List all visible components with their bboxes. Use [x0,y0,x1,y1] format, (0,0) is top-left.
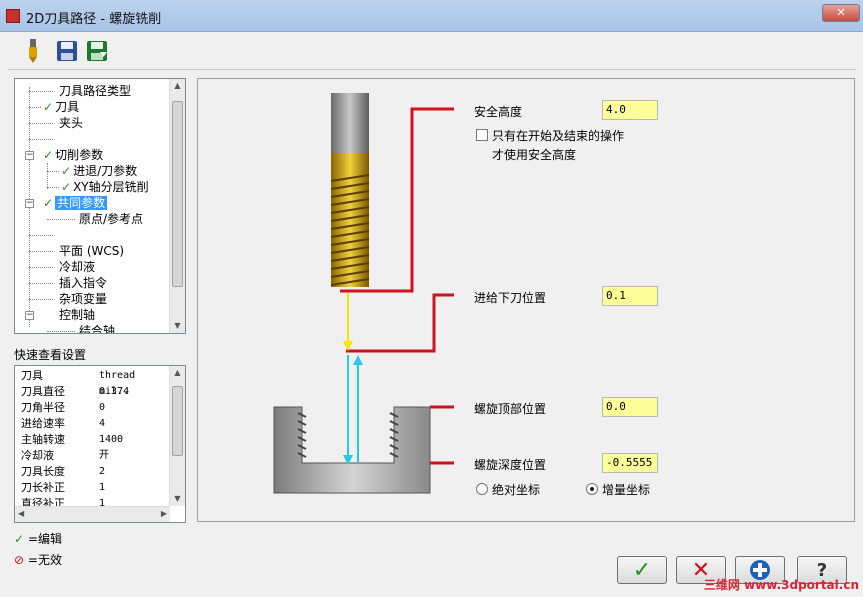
invalid-icon: ⊘ [14,553,25,567]
rapid-arrow [343,293,353,351]
tree-item-plane[interactable]: 平面 (WCS) [57,243,124,259]
scroll-left-icon[interactable]: ◀ [18,509,24,518]
absolute-label: 绝对坐标 [492,483,541,497]
quick-row: 冷却液开 [21,449,109,462]
scroll-down-icon[interactable]: ▼ [170,319,185,333]
quick-view-title: 快速查看设置 [14,348,87,362]
tree-item-axis-combination[interactable]: 结合轴 [77,323,115,333]
helix-depth-label: 螺旋深度位置 [474,458,547,472]
expander-axis-control[interactable]: − [25,311,34,320]
expander-common-params[interactable]: − [25,199,34,208]
quick-row: 刀具直径 0.374 [21,385,130,398]
tree-item-lead-in-out[interactable]: ✓ 进退/刀参数 [61,163,137,179]
safe-height-label: 安全高度 [474,105,523,119]
quick-row: 进给速率 4 [21,417,106,430]
incremental-radio[interactable] [586,483,598,495]
feed-plane-label: 进给下刀位置 [474,291,547,305]
tree-item-misc-values[interactable]: 杂项变量 [57,291,107,307]
tool-shank [331,93,369,153]
tool-neck [331,153,369,177]
tree-item-cut-params[interactable]: ✓ 切削参数 [43,147,103,163]
scroll-up-icon[interactable]: ▲ [170,366,185,380]
window-title: 2D刀具路径 - 螺旋铣削 [26,12,162,27]
app-icon [6,9,20,23]
check-icon: ✓ [632,557,652,583]
quick-row: 刀角半径 0 [21,401,106,414]
quick-view-list[interactable]: 刀具 thread mil.. 刀具直径 0.374 刀角半径 0 进给速率 4 主轴转… [14,365,186,523]
quick-row: 刀具 thread mil.. [21,369,136,397]
close-button[interactable]: ✕ [822,4,860,22]
tree-item-tool[interactable]: ✓ 刀具 [43,99,79,115]
safe-height-field[interactable]: 4.0 [602,100,658,120]
tree-item-common-params[interactable]: ✓ 共同参数 [43,195,108,211]
feed-plane-field[interactable]: 0.1 [602,286,658,306]
ok-button[interactable]: ✓ [617,556,667,584]
save-icon[interactable] [54,38,80,64]
check-icon: ✓ [14,532,25,546]
toolbar [8,34,856,70]
quick-row: 刀长补正 1 [21,481,106,494]
helix-top-field[interactable]: 0.0 [602,397,658,417]
absolute-radio[interactable] [476,483,488,495]
incremental-label: 增量坐标 [602,483,651,497]
tree-item-home-ref[interactable]: 原点/参考点 [77,211,143,227]
tool-thread [330,174,370,287]
tool-icon[interactable] [20,38,46,64]
only-safe-checkbox[interactable] [476,129,488,141]
quick-hscrollbar[interactable]: ◀ ▶ [15,506,170,522]
quick-row: 刀具长度 2 [21,465,106,478]
workpiece-block [273,406,431,494]
title-bar: 2D刀具路径 - 螺旋铣削 ✕ [0,0,863,32]
tree-item-axis-control[interactable]: 控制轴 [57,307,95,323]
parameter-tree[interactable]: 刀具路径类型 ✓ 刀具 夹头 − ✓ 切削参数 ✓ 进退/刀参数 ✓ XY轴分层铣削 −… [14,78,186,334]
legend-edited: ✓ =编辑 [14,530,62,547]
legend-invalid: ⊘ =无效 [14,551,62,568]
legend-invalid-label: =无效 [27,553,62,567]
scroll-down-icon[interactable]: ▼ [170,492,185,506]
scroll-thumb[interactable] [172,386,183,456]
quick-row: 主轴转速 1400 [21,433,124,446]
helix-arrows [343,355,363,465]
scroll-up-icon[interactable]: ▲ [170,79,185,93]
expander-cut-params[interactable]: − [25,151,34,160]
save-green-icon[interactable] [84,38,110,64]
legend-edited-label: =编辑 [27,532,62,546]
only-safe-label-1: 只有在开始及结束的操作 [492,129,625,143]
tree-item-xy-steps[interactable]: ✓ XY轴分层铣削 [61,179,149,195]
tree-item-canned-text[interactable]: 插入指令 [57,275,107,291]
helix-top-label: 螺旋顶部位置 [474,402,547,416]
feed-plane-leader [346,293,454,353]
helix-depth-field[interactable]: -0.5555 [602,453,658,473]
parameter-panel: 安全高度 4.0 只有在开始及结束的操作 才使用安全高度 进给下刀位置 0.1 … [197,78,855,522]
tree-item-holder[interactable]: 夹头 [57,115,83,131]
only-safe-label-2: 才使用安全高度 [492,148,577,162]
quick-scrollbar[interactable]: ▲ ▼ [169,366,185,506]
tree-scrollbar[interactable]: ▲ ▼ [169,79,185,333]
scroll-thumb[interactable] [172,101,183,287]
watermark: 三维网 www.3dportal.cn [703,578,859,592]
tree-item-coolant[interactable]: 冷却液 [57,259,95,275]
scroll-right-icon[interactable]: ▶ [161,509,167,518]
tree-item-toolpath-type[interactable]: 刀具路径类型 [57,83,131,99]
